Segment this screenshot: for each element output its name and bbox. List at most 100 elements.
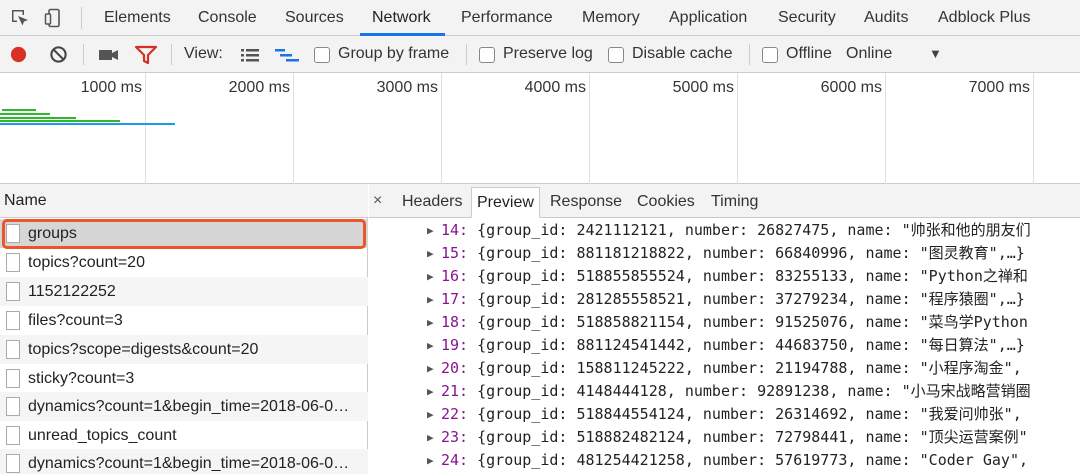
preserve-log-checkbox[interactable] — [479, 47, 495, 63]
request-row[interactable]: topics?scope=digests&count=20 — [0, 335, 368, 364]
tab-adblock-plus[interactable]: Adblock Plus — [938, 0, 1031, 36]
array-index: 23: — [441, 428, 469, 446]
tab-response[interactable]: Response — [550, 187, 622, 218]
object-preview: {group_id: 2421112121, number: 26827475,… — [477, 221, 1031, 239]
waterfall-bar — [0, 123, 175, 125]
request-row[interactable]: sticky?count=3 — [0, 364, 368, 393]
time-tick-label: 7000 ms — [968, 79, 1030, 96]
offline-checkbox[interactable] — [762, 47, 778, 63]
request-row[interactable]: unread_topics_count — [0, 421, 368, 450]
time-tick-label: 2000 ms — [228, 79, 290, 96]
request-detail-panel: × Headers Preview Response Cookies Timin… — [369, 184, 1080, 474]
tab-console[interactable]: Console — [198, 0, 257, 36]
time-tick-label: 3000 ms — [376, 79, 438, 96]
request-name: unread_topics_count — [28, 427, 177, 444]
expand-triangle-icon[interactable]: ▶ — [427, 449, 434, 472]
grid-line — [885, 73, 886, 184]
request-name: topics?count=20 — [28, 254, 145, 271]
expand-triangle-icon[interactable]: ▶ — [427, 288, 434, 311]
document-icon — [6, 311, 20, 330]
json-tree-row[interactable]: ▶ 14: {group_id: 2421112121, number: 268… — [369, 219, 1080, 242]
request-row[interactable]: dynamics?count=1&begin_time=2018-06-0… — [0, 449, 368, 474]
object-preview: {group_id: 158811245222, number: 2119478… — [477, 359, 1022, 377]
group-by-frame-checkbox[interactable] — [314, 47, 330, 63]
request-name: sticky?count=3 — [28, 370, 135, 387]
json-tree-row[interactable]: ▶ 19: {group_id: 881124541442, number: 4… — [369, 334, 1080, 357]
tab-audits[interactable]: Audits — [864, 0, 908, 36]
json-tree-row[interactable]: ▶ 20: {group_id: 158811245222, number: 2… — [369, 357, 1080, 380]
json-tree-row[interactable]: ▶ 24: {group_id: 481254421258, number: 5… — [369, 449, 1080, 472]
clear-icon[interactable] — [49, 45, 68, 64]
expand-triangle-icon[interactable]: ▶ — [427, 380, 434, 403]
tab-headers[interactable]: Headers — [402, 187, 462, 218]
separator — [466, 44, 467, 65]
tab-sources[interactable]: Sources — [285, 0, 344, 36]
grid-line — [145, 73, 146, 184]
throttling-select[interactable]: Online — [846, 36, 892, 73]
waterfall-bar — [2, 109, 36, 111]
array-index: 20: — [441, 359, 469, 377]
offline-label: Offline — [786, 45, 832, 62]
grid-line — [737, 73, 738, 184]
tab-performance[interactable]: Performance — [461, 0, 553, 36]
time-tick-label: 4000 ms — [524, 79, 586, 96]
inspect-element-icon[interactable] — [10, 8, 30, 28]
screenshot-camera-icon[interactable] — [98, 46, 120, 63]
close-icon[interactable]: × — [373, 184, 382, 218]
tab-preview[interactable]: Preview — [471, 187, 540, 218]
document-icon — [6, 397, 20, 416]
chevron-down-icon[interactable]: ▼ — [929, 36, 942, 73]
grid-line — [293, 73, 294, 184]
json-tree-row[interactable]: ▶ 17: {group_id: 281285558521, number: 3… — [369, 288, 1080, 311]
tab-memory[interactable]: Memory — [582, 0, 640, 36]
json-tree-row[interactable]: ▶ 22: {group_id: 518844554124, number: 2… — [369, 403, 1080, 426]
tab-network[interactable]: Network — [372, 0, 431, 36]
waterfall-bar — [0, 120, 120, 122]
expand-triangle-icon[interactable]: ▶ — [427, 426, 434, 449]
json-tree-row[interactable]: ▶ 15: {group_id: 881181218822, number: 6… — [369, 242, 1080, 265]
waterfall-overview-icon[interactable] — [274, 47, 300, 63]
separator — [83, 44, 84, 65]
disable-cache-label: Disable cache — [632, 45, 733, 62]
tab-application[interactable]: Application — [669, 0, 747, 36]
device-toolbar-icon[interactable] — [44, 8, 64, 28]
request-row[interactable]: topics?count=20 — [0, 248, 368, 277]
tab-elements[interactable]: Elements — [104, 0, 171, 36]
request-row-groups[interactable]: groups — [0, 219, 368, 248]
tab-timing[interactable]: Timing — [711, 187, 758, 218]
request-name: dynamics?count=1&begin_time=2018-06-0… — [28, 398, 350, 415]
object-preview: {group_id: 518855855524, number: 8325513… — [477, 267, 1028, 285]
request-name: files?count=3 — [28, 312, 123, 329]
document-icon — [6, 282, 20, 301]
separator — [81, 7, 82, 29]
name-column-header[interactable]: Name — [0, 184, 368, 218]
devtools-tab-bar: Elements Console Sources Network Perform… — [0, 0, 1080, 36]
expand-triangle-icon[interactable]: ▶ — [427, 242, 434, 265]
waterfall-bar — [0, 117, 76, 119]
network-overview-timeline[interactable]: 1000 ms 2000 ms 3000 ms 4000 ms 5000 ms … — [0, 73, 1080, 184]
expand-triangle-icon[interactable]: ▶ — [427, 311, 434, 334]
group-by-frame-label: Group by frame — [338, 45, 450, 62]
json-tree-row[interactable]: ▶ 18: {group_id: 518858821154, number: 9… — [369, 311, 1080, 334]
network-toolbar: View: Group by frame Preserve log Disabl… — [0, 36, 1080, 73]
request-row[interactable]: files?count=3 — [0, 306, 368, 335]
json-tree-row[interactable]: ▶ 23: {group_id: 518882482124, number: 7… — [369, 426, 1080, 449]
expand-triangle-icon[interactable]: ▶ — [427, 403, 434, 426]
large-rows-icon[interactable] — [240, 47, 260, 63]
request-name: groups — [28, 225, 77, 242]
filter-icon[interactable] — [134, 45, 158, 65]
disable-cache-checkbox[interactable] — [608, 47, 624, 63]
json-tree-row[interactable]: ▶ 21: {group_id: 4148444128, number: 928… — [369, 380, 1080, 403]
tab-security[interactable]: Security — [778, 0, 836, 36]
expand-triangle-icon[interactable]: ▶ — [427, 219, 434, 242]
expand-triangle-icon[interactable]: ▶ — [427, 334, 434, 357]
array-index: 19: — [441, 336, 469, 354]
record-icon[interactable] — [9, 45, 28, 64]
tab-cookies[interactable]: Cookies — [637, 187, 695, 218]
expand-triangle-icon[interactable]: ▶ — [427, 265, 434, 288]
request-row[interactable]: dynamics?count=1&begin_time=2018-06-0… — [0, 392, 368, 421]
expand-triangle-icon[interactable]: ▶ — [427, 357, 434, 380]
json-tree-row[interactable]: ▶ 16: {group_id: 518855855524, number: 8… — [369, 265, 1080, 288]
request-row[interactable]: 1152122252 — [0, 277, 368, 306]
request-name: topics?scope=digests&count=20 — [28, 341, 259, 358]
